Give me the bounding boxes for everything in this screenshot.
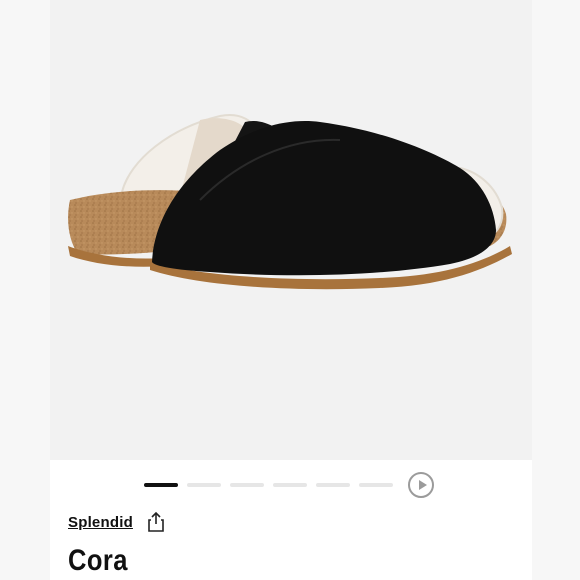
- carousel-dot-5[interactable]: [316, 483, 350, 487]
- brand-row: Splendid: [68, 511, 165, 533]
- product-title: Cora: [68, 544, 128, 577]
- image-carousel-indicators: [144, 470, 434, 500]
- carousel-dot-2[interactable]: [187, 483, 221, 487]
- carousel-dot-6[interactable]: [359, 483, 393, 487]
- carousel-dot-1[interactable]: [144, 483, 178, 487]
- brand-link[interactable]: Splendid: [68, 514, 133, 531]
- share-icon[interactable]: [147, 511, 165, 533]
- product-card: Splendid Cora: [50, 0, 532, 580]
- carousel-dot-4[interactable]: [273, 483, 307, 487]
- play-icon[interactable]: [408, 472, 434, 498]
- left-backdrop: [0, 0, 50, 580]
- right-backdrop: [532, 0, 580, 580]
- product-image[interactable]: [50, 0, 532, 460]
- shoe-illustration: [68, 114, 512, 290]
- carousel-dot-3[interactable]: [230, 483, 264, 487]
